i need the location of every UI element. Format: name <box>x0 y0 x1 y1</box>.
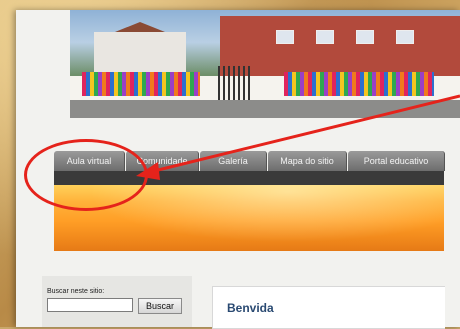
annotation-arrow-icon <box>136 94 460 180</box>
